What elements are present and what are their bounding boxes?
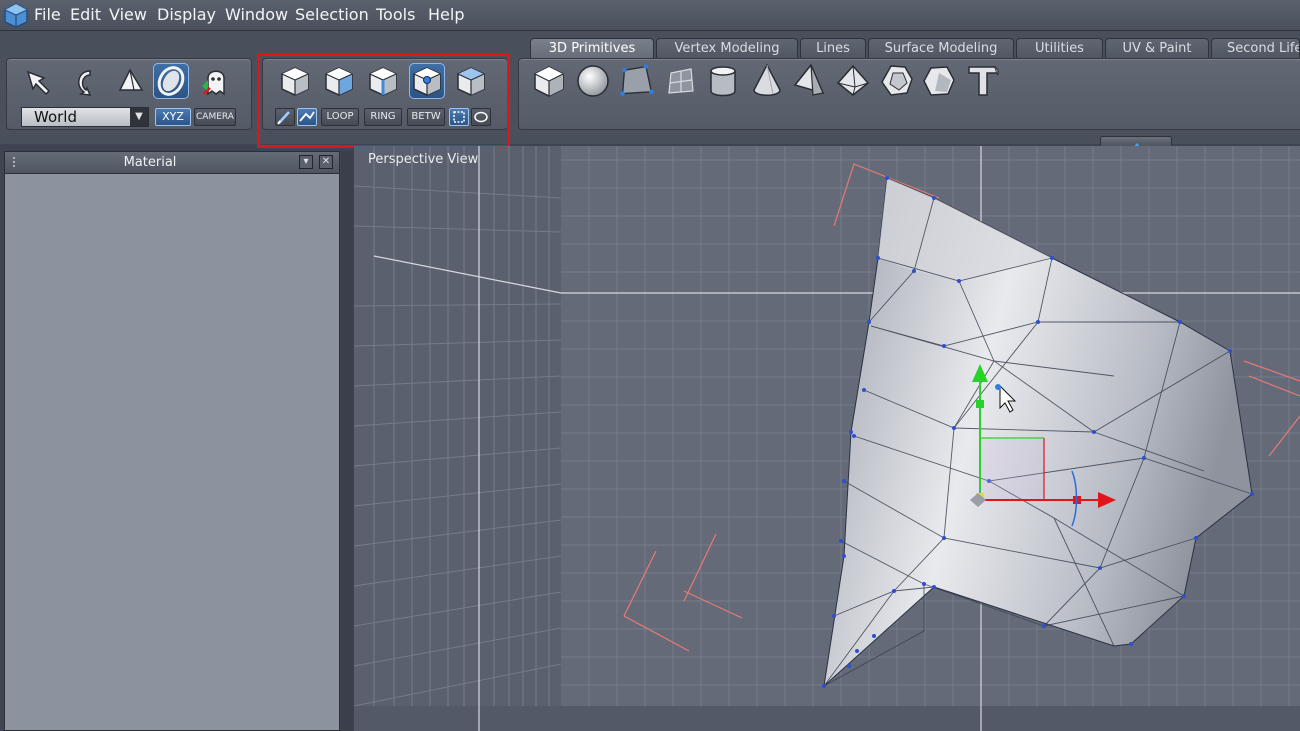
- tab-lines[interactable]: Lines: [800, 38, 866, 58]
- menu-view[interactable]: View: [109, 0, 147, 30]
- highlight-annotation: [257, 53, 510, 148]
- hexahedron-icon[interactable]: [921, 63, 957, 99]
- panel-splitter[interactable]: [341, 151, 353, 731]
- object-select-icon[interactable]: [153, 63, 189, 99]
- plane-icon[interactable]: [619, 63, 655, 99]
- menu-selection[interactable]: Selection: [295, 0, 369, 30]
- cone-icon[interactable]: [749, 63, 785, 99]
- cube-icon[interactable]: [531, 63, 567, 99]
- select-arrow-icon[interactable]: [21, 63, 57, 99]
- scale-icon[interactable]: [111, 63, 147, 99]
- navigation-tools-panel: World ▼ XYZ CAMERA: [6, 58, 252, 130]
- camera-button[interactable]: CAMERA: [194, 108, 236, 126]
- menu-file[interactable]: File: [34, 0, 61, 30]
- text-3d-icon[interactable]: [965, 63, 1001, 99]
- tab-utilities[interactable]: Utilities: [1016, 38, 1103, 58]
- tab-3d-primitives[interactable]: 3D Primitives: [530, 38, 654, 59]
- grid-plane-icon[interactable]: [663, 63, 699, 99]
- tab-vertex-modeling[interactable]: Vertex Modeling: [656, 38, 798, 58]
- coord-system-value: World: [34, 108, 77, 126]
- menu-tools[interactable]: Tools: [376, 0, 415, 30]
- menu-edit[interactable]: Edit: [70, 0, 101, 30]
- tab-second-life[interactable]: Second Life: [1211, 38, 1300, 58]
- cylinder-icon[interactable]: [705, 63, 741, 99]
- app-logo-icon: [4, 3, 28, 28]
- menu-display[interactable]: Display: [157, 0, 216, 30]
- chevron-down-icon: ▼: [130, 108, 148, 126]
- viewport-label: Perspective View: [368, 152, 479, 167]
- tab-surface-modeling[interactable]: Surface Modeling: [868, 38, 1014, 58]
- panel-collapse-handle[interactable]: [1100, 136, 1172, 149]
- dodecahedron-icon[interactable]: [879, 63, 915, 99]
- sphere-icon[interactable]: [575, 63, 611, 99]
- material-panel: Material ▾ ✕: [4, 151, 340, 731]
- tab-uv-paint[interactable]: UV & Paint: [1105, 38, 1209, 58]
- menu-bar: File Edit View Display Window Selection …: [0, 0, 1300, 31]
- xyz-axis-button[interactable]: XYZ: [155, 108, 191, 126]
- primitives-panel: [518, 58, 1300, 130]
- rotate-icon[interactable]: [67, 63, 103, 99]
- coord-system-select[interactable]: World ▼: [21, 107, 149, 127]
- close-icon[interactable]: ✕: [319, 155, 333, 169]
- scene-canvas[interactable]: [354, 146, 1300, 731]
- ghost-icon[interactable]: [197, 63, 233, 99]
- pyramid-icon[interactable]: [791, 63, 827, 99]
- panel-menu-icon[interactable]: ▾: [299, 155, 313, 169]
- menu-help[interactable]: Help: [428, 0, 464, 30]
- menu-window[interactable]: Window: [225, 0, 288, 30]
- material-panel-title: Material: [123, 155, 177, 170]
- material-panel-header[interactable]: Material ▾ ✕: [5, 152, 339, 174]
- perspective-viewport[interactable]: Perspective View: [354, 146, 1300, 731]
- octahedron-icon[interactable]: [835, 63, 871, 99]
